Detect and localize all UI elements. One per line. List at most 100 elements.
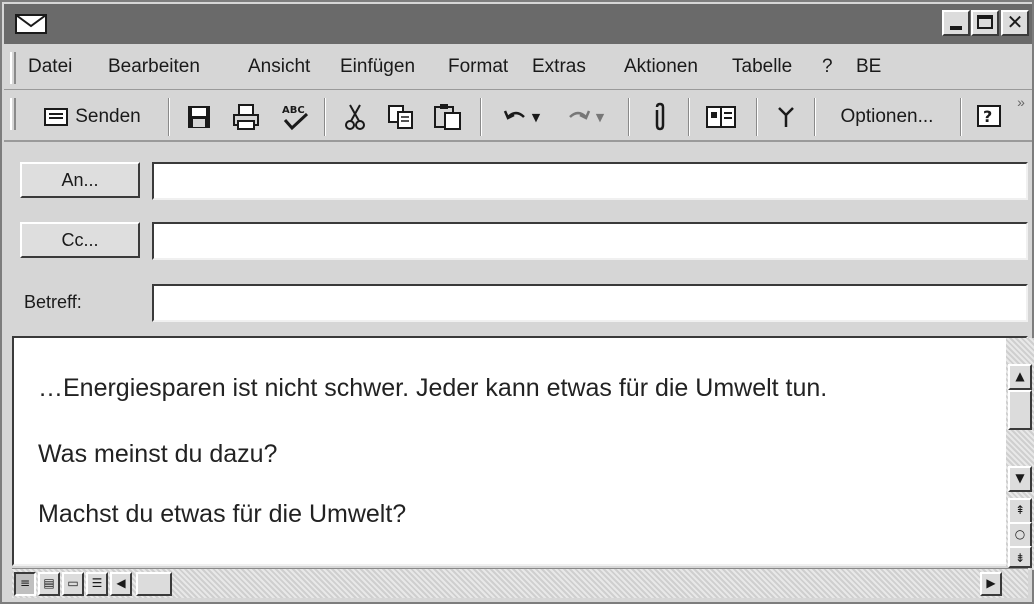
print-view-icon: ▭ — [67, 576, 79, 590]
spelling-button[interactable]: ABC — [274, 98, 316, 136]
message-line: Was meinst du dazu? — [38, 440, 278, 468]
scroll-right-button[interactable]: ▶ — [980, 572, 1002, 596]
title-bar[interactable]: ✕ — [4, 4, 1032, 44]
arrow-up-icon: ▲ — [1015, 369, 1025, 383]
cc-button[interactable]: Cc... — [20, 222, 140, 258]
paste-button[interactable] — [428, 98, 468, 136]
scroll-left-button[interactable]: ◀ — [110, 572, 132, 596]
web-view-icon: ▤ — [43, 576, 55, 590]
flag-button[interactable] — [766, 98, 806, 136]
toolbar-separator — [480, 98, 482, 136]
cc-field[interactable] — [152, 222, 1028, 260]
help-button[interactable]: ? — [970, 98, 1008, 136]
normal-view-button[interactable]: ≡ — [14, 572, 36, 596]
options-button[interactable]: Optionen... — [822, 98, 952, 136]
minimize-icon — [950, 26, 962, 30]
to-row: An... — [12, 162, 1028, 200]
to-field[interactable] — [152, 162, 1028, 200]
paperclip-icon — [655, 102, 665, 131]
arrow-right-icon: ▶ — [986, 576, 996, 590]
undo-icon — [503, 110, 525, 120]
double-down-icon: ⇟ — [1014, 551, 1026, 565]
double-up-icon: ⇞ — [1014, 503, 1026, 517]
scroll-thumb[interactable] — [1008, 390, 1032, 430]
subject-field[interactable] — [152, 284, 1028, 322]
printer-icon — [233, 104, 259, 130]
menu-bar: Datei Bearbeiten Ansicht Einfügen Format… — [4, 46, 1032, 90]
copy-icon — [388, 105, 413, 129]
previous-item-button[interactable]: ⇞ — [1008, 498, 1032, 524]
subject-row: Betreff: — [12, 284, 1028, 322]
attach-button[interactable] — [640, 98, 680, 136]
toolbar-separator — [688, 98, 690, 136]
save-button[interactable] — [180, 98, 218, 136]
address-book-icon — [706, 106, 736, 128]
compose-window: ✕ Datei Bearbeiten Ansicht Einfügen Form… — [0, 0, 1034, 604]
vertical-scrollbar[interactable]: ▲ ▼ ⇞ ○ ⇟ — [1006, 338, 1034, 570]
undo-button[interactable]: ▼ — [492, 98, 550, 136]
horizontal-scrollbar[interactable]: ≡ ▤ ▭ ☰ ◀ ▶ — [12, 568, 1028, 598]
svg-text:ABC: ABC — [282, 105, 305, 116]
to-button[interactable]: An... — [20, 162, 140, 198]
maximize-button[interactable] — [971, 10, 999, 36]
scroll-up-button[interactable]: ▲ — [1008, 364, 1032, 390]
save-icon — [188, 106, 210, 128]
redo-button[interactable]: ▼ — [556, 98, 614, 136]
menubar-grip[interactable] — [10, 52, 16, 84]
outline-view-icon: ☰ — [91, 576, 103, 590]
standard-toolbar: Senden ABC ▼ ▼ Optionen... ? » — [4, 92, 1032, 142]
scissors-icon — [345, 104, 365, 130]
close-button[interactable]: ✕ — [1001, 10, 1029, 36]
menu-be[interactable]: BE — [856, 56, 881, 78]
toolbar-separator — [814, 98, 816, 136]
toolbar-separator — [628, 98, 630, 136]
send-button[interactable]: Senden — [24, 98, 160, 136]
address-book-button[interactable] — [698, 98, 744, 136]
arrow-left-icon: ◀ — [116, 576, 126, 590]
toolbar-separator — [168, 98, 170, 136]
redo-dropdown-icon[interactable]: ▼ — [596, 111, 604, 124]
menu-tabelle[interactable]: Tabelle — [732, 56, 792, 78]
normal-view-icon: ≡ — [19, 576, 31, 590]
cut-button[interactable] — [336, 98, 374, 136]
menu-format[interactable]: Format — [448, 56, 508, 78]
cc-row: Cc... — [12, 222, 1028, 260]
copy-button[interactable] — [382, 98, 420, 136]
envelope-icon — [15, 14, 47, 34]
flag-icon — [778, 107, 794, 127]
minimize-button[interactable] — [942, 10, 970, 36]
menu-help[interactable]: ? — [822, 56, 833, 78]
menu-datei[interactable]: Datei — [28, 56, 72, 78]
toolbar-grip[interactable] — [10, 98, 16, 130]
toolbar-separator — [324, 98, 326, 136]
toolbar-separator — [960, 98, 962, 136]
subject-label: Betreff: — [24, 292, 82, 312]
message-line: Machst du etwas für die Umwelt? — [38, 500, 407, 528]
send-label: Senden — [75, 106, 141, 127]
outline-view-button[interactable]: ☰ — [86, 572, 108, 596]
spellcheck-icon: ABC — [282, 105, 309, 131]
svg-text:?: ? — [983, 107, 992, 126]
web-view-button[interactable]: ▤ — [38, 572, 60, 596]
next-item-button[interactable]: ⇟ — [1008, 546, 1032, 568]
scroll-down-button[interactable]: ▼ — [1008, 466, 1032, 492]
menu-ansicht[interactable]: Ansicht — [248, 56, 310, 78]
print-button[interactable] — [226, 98, 266, 136]
paste-icon — [434, 104, 461, 130]
browse-object-button[interactable]: ○ — [1008, 522, 1032, 548]
horizontal-scroll-thumb[interactable] — [136, 572, 172, 596]
menu-aktionen[interactable]: Aktionen — [624, 56, 698, 78]
redo-icon — [568, 110, 590, 120]
toolbar-overflow-button[interactable]: » — [1012, 92, 1030, 112]
menu-extras[interactable]: Extras — [532, 56, 586, 78]
arrow-down-icon: ▼ — [1015, 471, 1025, 485]
print-view-button[interactable]: ▭ — [62, 572, 84, 596]
message-line: …Energiesparen ist nicht schwer. Jeder k… — [38, 374, 828, 402]
undo-dropdown-icon[interactable]: ▼ — [532, 111, 540, 124]
menu-einfuegen[interactable]: Einfügen — [340, 56, 415, 78]
help-icon: ? — [977, 105, 1001, 127]
close-icon: ✕ — [1006, 10, 1024, 34]
message-body[interactable]: …Energiesparen ist nicht schwer. Jeder k… — [12, 336, 1028, 566]
menu-bearbeiten[interactable]: Bearbeiten — [108, 56, 200, 78]
circle-icon: ○ — [1014, 527, 1026, 541]
